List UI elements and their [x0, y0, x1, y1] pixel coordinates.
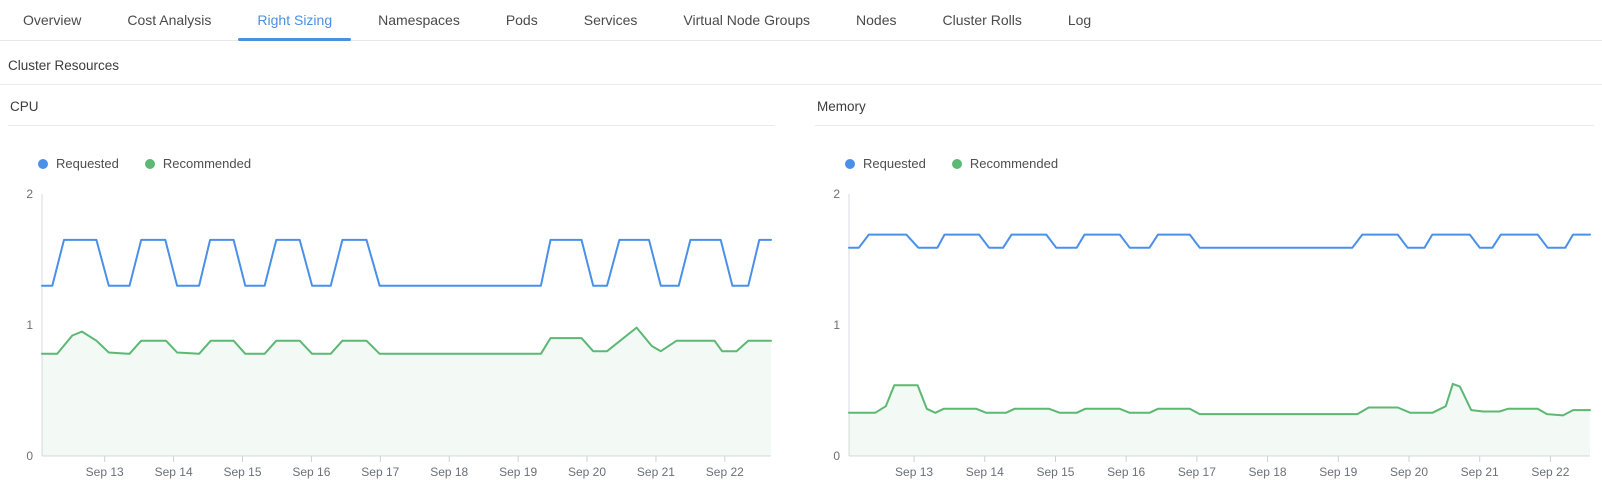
tab-log[interactable]: Log — [1045, 0, 1114, 40]
section-title: Cluster Resources — [0, 41, 1602, 85]
x-tick-label: Sep 14 — [155, 465, 193, 479]
x-tick-label: Sep 13 — [895, 465, 933, 479]
cpu-chart-panel: CPU Requested Recommended 0 1 2 Sep 13 Sep 1… — [8, 99, 775, 489]
y-tick-label: 1 — [26, 318, 33, 332]
x-tick-label: Sep 16 — [1107, 465, 1145, 479]
y-tick-label: 1 — [833, 318, 840, 332]
charts-row: CPU Requested Recommended 0 1 2 Sep 13 Sep 1… — [0, 99, 1602, 489]
tab-cost-analysis[interactable]: Cost Analysis — [104, 0, 234, 40]
memory-chart-panel: Memory Requested Recommended 0 1 2 Sep 13 Se… — [815, 99, 1594, 489]
tab-namespaces[interactable]: Namespaces — [355, 0, 483, 40]
recommended-dot-icon — [952, 159, 962, 169]
x-tick-label: Sep 14 — [966, 465, 1004, 479]
legend-label-requested: Requested — [863, 156, 926, 171]
y-tick-label: 0 — [26, 449, 33, 463]
x-tick-label: Sep 16 — [292, 465, 330, 479]
x-tick-label: Sep 20 — [568, 465, 606, 479]
tab-pods[interactable]: Pods — [483, 0, 561, 40]
legend-label-recommended: Recommended — [163, 156, 251, 171]
tab-cluster-rolls[interactable]: Cluster Rolls — [919, 0, 1044, 40]
tab-virtual-node-groups[interactable]: Virtual Node Groups — [660, 0, 833, 40]
x-tick-label: Sep 22 — [1531, 465, 1569, 479]
memory-legend: Requested Recommended — [845, 156, 1594, 171]
tab-right-sizing[interactable]: Right Sizing — [234, 0, 355, 40]
y-tick-label: 2 — [26, 187, 33, 201]
cpu-chart-canvas[interactable]: 0 1 2 Sep 13 Sep 14 Sep 15 Sep 16 Sep 17 Sep 18 S… — [8, 179, 775, 489]
tab-services[interactable]: Services — [561, 0, 661, 40]
x-tick-label: Sep 19 — [1319, 465, 1357, 479]
x-tick-label: Sep 19 — [499, 465, 537, 479]
y-tick-label: 0 — [833, 449, 840, 463]
x-tick-label: Sep 22 — [706, 465, 744, 479]
x-tick-label: Sep 17 — [1178, 465, 1216, 479]
memory-chart-title: Memory — [815, 99, 1594, 126]
x-tick-label: Sep 15 — [223, 465, 261, 479]
recommended-dot-icon — [145, 159, 155, 169]
cpu-legend: Requested Recommended — [38, 156, 775, 171]
tab-nodes[interactable]: Nodes — [833, 0, 919, 40]
requested-line — [849, 235, 1590, 248]
requested-dot-icon — [845, 159, 855, 169]
x-tick-label: Sep 21 — [1461, 465, 1499, 479]
x-tick-label: Sep 17 — [361, 465, 399, 479]
y-tick-label: 2 — [833, 187, 840, 201]
x-tick-label: Sep 13 — [86, 465, 124, 479]
memory-chart-canvas[interactable]: 0 1 2 Sep 13 Sep 14 Sep 15 Sep 16 Sep 17 Sep 18 S… — [815, 179, 1594, 489]
tab-overview[interactable]: Overview — [0, 0, 104, 40]
x-tick-label: Sep 20 — [1390, 465, 1428, 479]
x-tick-label: Sep 18 — [430, 465, 468, 479]
tab-bar: OverviewCost AnalysisRight SizingNamespa… — [0, 0, 1602, 41]
requested-line — [42, 240, 771, 286]
legend-item-recommended[interactable]: Recommended — [145, 156, 251, 171]
x-tick-label: Sep 21 — [637, 465, 675, 479]
legend-item-requested[interactable]: Requested — [845, 156, 926, 171]
legend-label-requested: Requested — [56, 156, 119, 171]
recommended-area — [849, 384, 1590, 456]
legend-item-requested[interactable]: Requested — [38, 156, 119, 171]
legend-item-recommended[interactable]: Recommended — [952, 156, 1058, 171]
legend-label-recommended: Recommended — [970, 156, 1058, 171]
x-tick-label: Sep 15 — [1036, 465, 1074, 479]
cpu-chart-title: CPU — [8, 99, 775, 126]
requested-dot-icon — [38, 159, 48, 169]
recommended-area — [42, 328, 771, 456]
x-tick-label: Sep 18 — [1249, 465, 1287, 479]
